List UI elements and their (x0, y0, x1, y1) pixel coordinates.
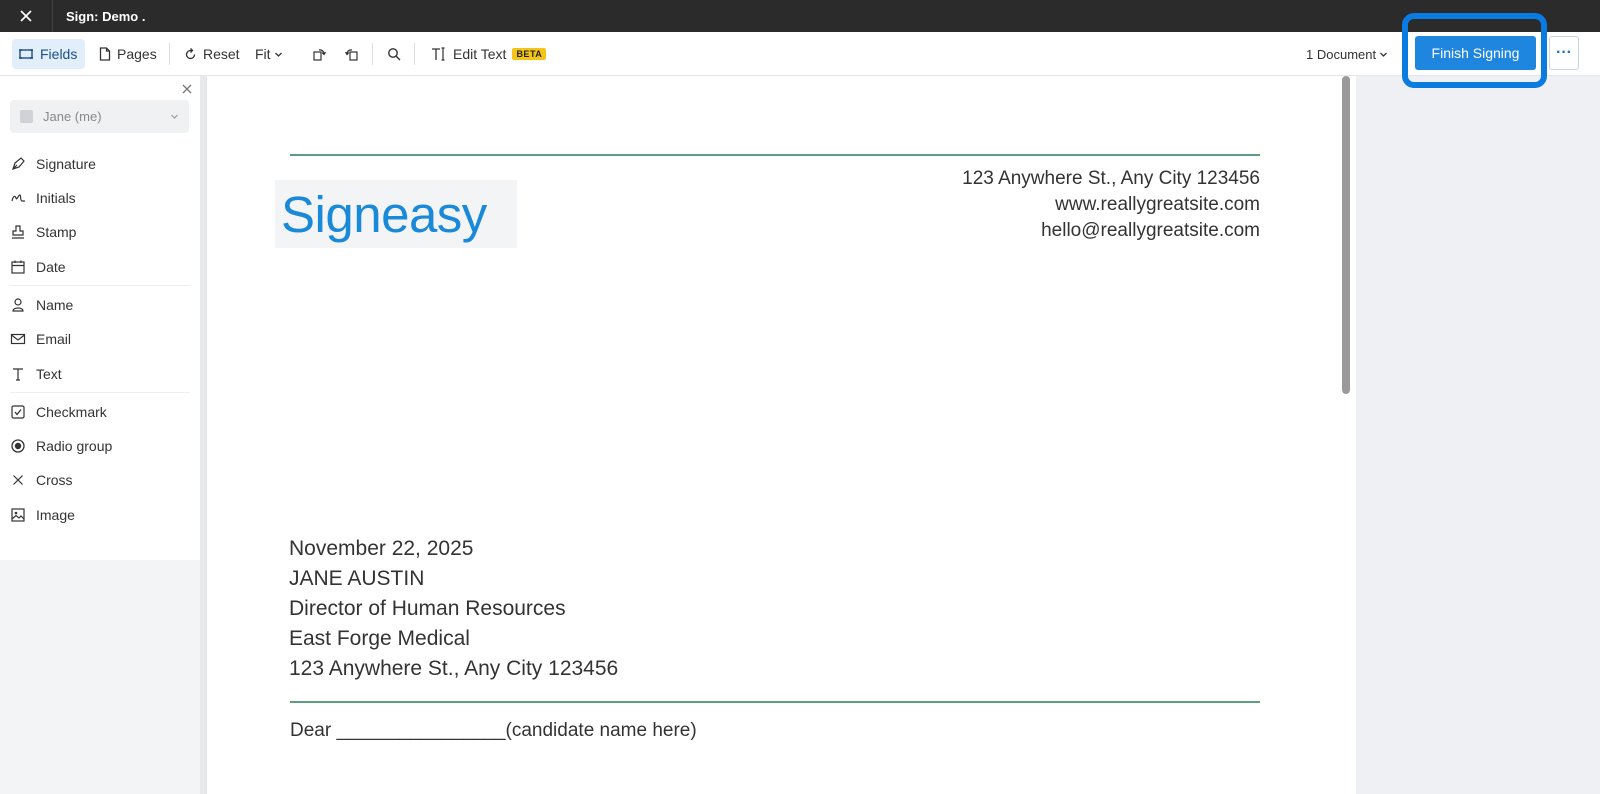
edit-text-button[interactable]: Edit Text BETA (425, 39, 552, 69)
reset-button[interactable]: Reset (178, 39, 246, 69)
document-selector[interactable]: 1 Document (1300, 39, 1394, 69)
body-rule (290, 701, 1260, 703)
recipient-title: Director of Human Resources (289, 597, 566, 620)
person-icon (12, 298, 24, 312)
signer-select[interactable]: Jane (me) (10, 100, 189, 133)
recipient-block: November 22, 2025 JANE AUSTIN Director o… (289, 534, 618, 684)
field-name[interactable]: Name (10, 292, 190, 318)
field-group-divider (10, 285, 190, 286)
close-icon (20, 10, 32, 22)
chevron-down-icon (1380, 52, 1388, 57)
beta-badge: BETA (512, 48, 547, 60)
field-label: Text (36, 366, 62, 382)
fit-dropdown[interactable]: Fit (249, 39, 289, 69)
window-title: Sign: Demo . (66, 9, 146, 24)
company-contact: 123 Anywhere St., Any City 123456 www.re… (962, 166, 1260, 244)
rotate-right-icon (345, 49, 358, 61)
image-icon (11, 508, 25, 522)
toolbar-divider (169, 43, 170, 65)
field-date[interactable]: Date (10, 254, 190, 280)
field-label: Signature (36, 156, 96, 172)
fields-sidebar: Jane (me) Signature Initials Stamp Date … (0, 76, 200, 794)
toolbar-divider (414, 43, 415, 65)
pages-label: Pages (117, 46, 157, 62)
company-logo: Signeasy (275, 180, 517, 248)
field-text[interactable]: Text (10, 361, 190, 387)
reset-icon (185, 47, 196, 59)
stamp-icon (12, 225, 24, 239)
toolbar-divider (372, 43, 373, 65)
radio-icon (11, 439, 25, 453)
fields-icon (19, 49, 33, 59)
field-label: Cross (36, 472, 73, 488)
checkbox-icon (11, 405, 25, 419)
text-icon (13, 368, 23, 381)
document-page[interactable]: Signeasy 123 Anywhere St., Any City 1234… (206, 76, 1336, 794)
field-label: Initials (36, 190, 76, 206)
field-cross[interactable]: Cross (10, 467, 190, 493)
reset-label: Reset (203, 46, 240, 62)
envelope-icon (10, 333, 26, 345)
more-options-button[interactable]: ··· (1549, 36, 1579, 70)
edit-text-label: Edit Text (453, 46, 507, 62)
signer-name: Jane (me) (43, 109, 102, 124)
field-checkmark[interactable]: Checkmark (10, 399, 190, 425)
field-initials[interactable]: Initials (10, 185, 190, 211)
page-icon (99, 47, 111, 61)
field-radio-group[interactable]: Radio group (10, 433, 190, 459)
field-group-divider (10, 392, 190, 393)
calendar-icon (11, 260, 25, 274)
field-label: Date (36, 259, 66, 275)
field-label: Stamp (36, 224, 77, 240)
logo-text: Signeasy (281, 185, 487, 243)
document-viewer: Signeasy 123 Anywhere St., Any City 1234… (206, 76, 1600, 794)
header-rule (290, 154, 1260, 156)
recipient-name: JANE AUSTIN (289, 567, 425, 590)
rotate-right-button[interactable] (339, 39, 365, 69)
scrollbar-thumb[interactable] (1342, 76, 1350, 394)
field-image[interactable]: Image (10, 502, 190, 528)
field-stamp[interactable]: Stamp (10, 219, 190, 245)
letter-date: November 22, 2025 (289, 537, 474, 560)
document-count: 1 Document (1306, 46, 1377, 62)
chevron-down-icon (171, 114, 178, 119)
edit-text-icon (432, 47, 445, 61)
toolbar: Fields Pages Reset Fit Edit Text BETA 1 … (0, 32, 1600, 76)
recipient-address: 123 Anywhere St., Any City 123456 (289, 657, 619, 680)
finish-signing-button[interactable]: Finish Signing (1415, 36, 1536, 70)
initials-icon (11, 194, 25, 202)
field-label: Radio group (36, 438, 113, 454)
search-icon (388, 48, 401, 61)
pages-button[interactable]: Pages (93, 39, 163, 69)
field-label: Image (36, 507, 75, 523)
company-website: www.reallygreatsite.com (1055, 194, 1260, 215)
close-window-button[interactable] (0, 0, 53, 32)
title-bar: Sign: Demo . (0, 0, 1600, 32)
fields-button[interactable]: Fields (12, 39, 85, 69)
close-icon[interactable] (180, 82, 194, 96)
chevron-down-icon (274, 52, 282, 57)
field-signature[interactable]: Signature (10, 151, 190, 177)
salutation: Dear ________________(candidate name her… (290, 720, 697, 741)
company-address: 123 Anywhere St., Any City 123456 (962, 168, 1260, 189)
pen-nib-icon (12, 157, 25, 170)
recipient-company: East Forge Medical (289, 627, 470, 650)
field-label: Checkmark (36, 404, 107, 420)
fields-label: Fields (40, 46, 78, 62)
field-label: Email (36, 331, 72, 347)
fit-label: Fit (255, 46, 271, 62)
signer-color-swatch (20, 110, 33, 123)
field-label: Name (36, 297, 74, 313)
company-email: hello@reallygreatsite.com (1041, 220, 1260, 241)
search-button[interactable] (381, 39, 407, 69)
field-email[interactable]: Email (10, 326, 190, 352)
cross-icon (13, 475, 23, 485)
rotate-left-icon (313, 49, 326, 61)
rotate-left-button[interactable] (306, 39, 332, 69)
fields-panel: Jane (me) Signature Initials Stamp Date … (0, 76, 200, 560)
